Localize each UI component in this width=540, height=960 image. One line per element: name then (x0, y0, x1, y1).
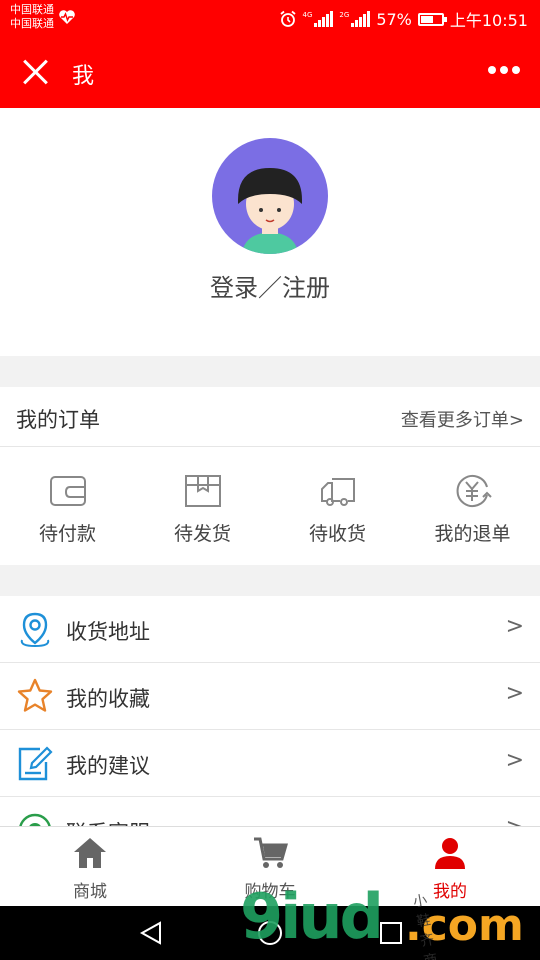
orders-title: 我的订单 (16, 408, 100, 432)
back-icon[interactable] (138, 920, 164, 946)
order-item-pending-payment[interactable]: 待付款 (0, 447, 135, 565)
order-item-refunds[interactable]: 我的退单 (405, 447, 540, 565)
bottom-tab-bar: 商城 购物车 我的 (0, 826, 540, 906)
tab-label: 我的 (433, 882, 467, 902)
menu-item-favorites[interactable]: 我的收藏 > (0, 663, 540, 730)
login-register-link[interactable]: 登录／注册 (0, 268, 540, 303)
menu-item-suggestions[interactable]: 我的建议 > (0, 730, 540, 797)
settings-menu: 收货地址 > 我的收藏 > 我的建议 > 联系客服 > (0, 596, 540, 828)
truck-icon (320, 478, 355, 506)
user-icon (435, 838, 465, 869)
tab-cart[interactable]: 购物车 (180, 827, 360, 906)
status-bar: 中国联通 中国联通 4G 2G 57% 上午10:51 (0, 0, 540, 36)
order-item-label: 我的退单 (434, 523, 511, 545)
default-avatar-icon (238, 168, 302, 254)
alarm-icon (279, 10, 296, 27)
clock: 上午10:51 (449, 11, 528, 30)
tab-label: 购物车 (244, 882, 296, 902)
tab-label: 商城 (73, 882, 107, 902)
menu-item-label: 收货地址 (66, 620, 150, 644)
order-item-pending-receipt[interactable]: 待收货 (270, 447, 405, 565)
order-item-pending-shipment[interactable]: 待发货 (135, 447, 270, 565)
edit-icon (18, 746, 53, 781)
chevron-right-icon: > (505, 614, 524, 639)
network-type-2: 2G (339, 11, 350, 19)
view-more-orders-link[interactable]: 查看更多订单> (401, 406, 524, 432)
home-icon (74, 838, 106, 868)
chevron-right-icon: > (505, 681, 524, 706)
wallet-icon (49, 476, 86, 506)
profile-section: 登录／注册 (0, 108, 540, 356)
orders-section: 我的订单 查看更多订单> 待付款 待发货 待收货 我的退单 (0, 387, 540, 565)
home-nav-icon[interactable] (258, 921, 282, 945)
close-icon[interactable] (20, 56, 52, 88)
carrier-info: 中国联通 中国联通 (10, 3, 54, 31)
battery-icon (417, 12, 447, 26)
carrier-2: 中国联通 (10, 17, 54, 30)
chevron-right-icon: > (505, 748, 524, 773)
system-nav-bar (0, 906, 540, 960)
cart-icon (254, 837, 288, 868)
battery-percent: 57% (376, 9, 412, 29)
box-icon (184, 475, 221, 507)
health-heart-icon (59, 10, 75, 24)
tab-mall[interactable]: 商城 (0, 827, 180, 906)
app-header: 我 (0, 36, 540, 108)
orders-header: 我的订单 查看更多订单> (0, 387, 540, 447)
signal-1-icon: 4G (303, 11, 334, 27)
location-pin-icon (20, 612, 50, 648)
menu-item-customer-service[interactable]: 联系客服 > (0, 797, 540, 828)
order-item-label: 待付款 (38, 523, 96, 545)
page-title: 我 (72, 64, 95, 89)
network-type-1: 4G (302, 11, 313, 19)
star-icon (17, 678, 53, 712)
menu-item-address[interactable]: 收货地址 > (0, 596, 540, 663)
tab-me[interactable]: 我的 (360, 827, 540, 906)
menu-item-label: 我的建议 (66, 754, 150, 778)
menu-item-label: 我的收藏 (66, 687, 150, 711)
more-options-icon[interactable] (488, 66, 520, 74)
yen-refund-icon (456, 475, 492, 507)
avatar[interactable] (212, 138, 328, 254)
order-item-label: 待收货 (308, 523, 366, 545)
signal-2-icon: 2G (339, 11, 371, 27)
recent-apps-icon[interactable] (380, 922, 402, 944)
order-item-label: 待发货 (173, 523, 231, 545)
carrier-1: 中国联通 (10, 3, 54, 16)
